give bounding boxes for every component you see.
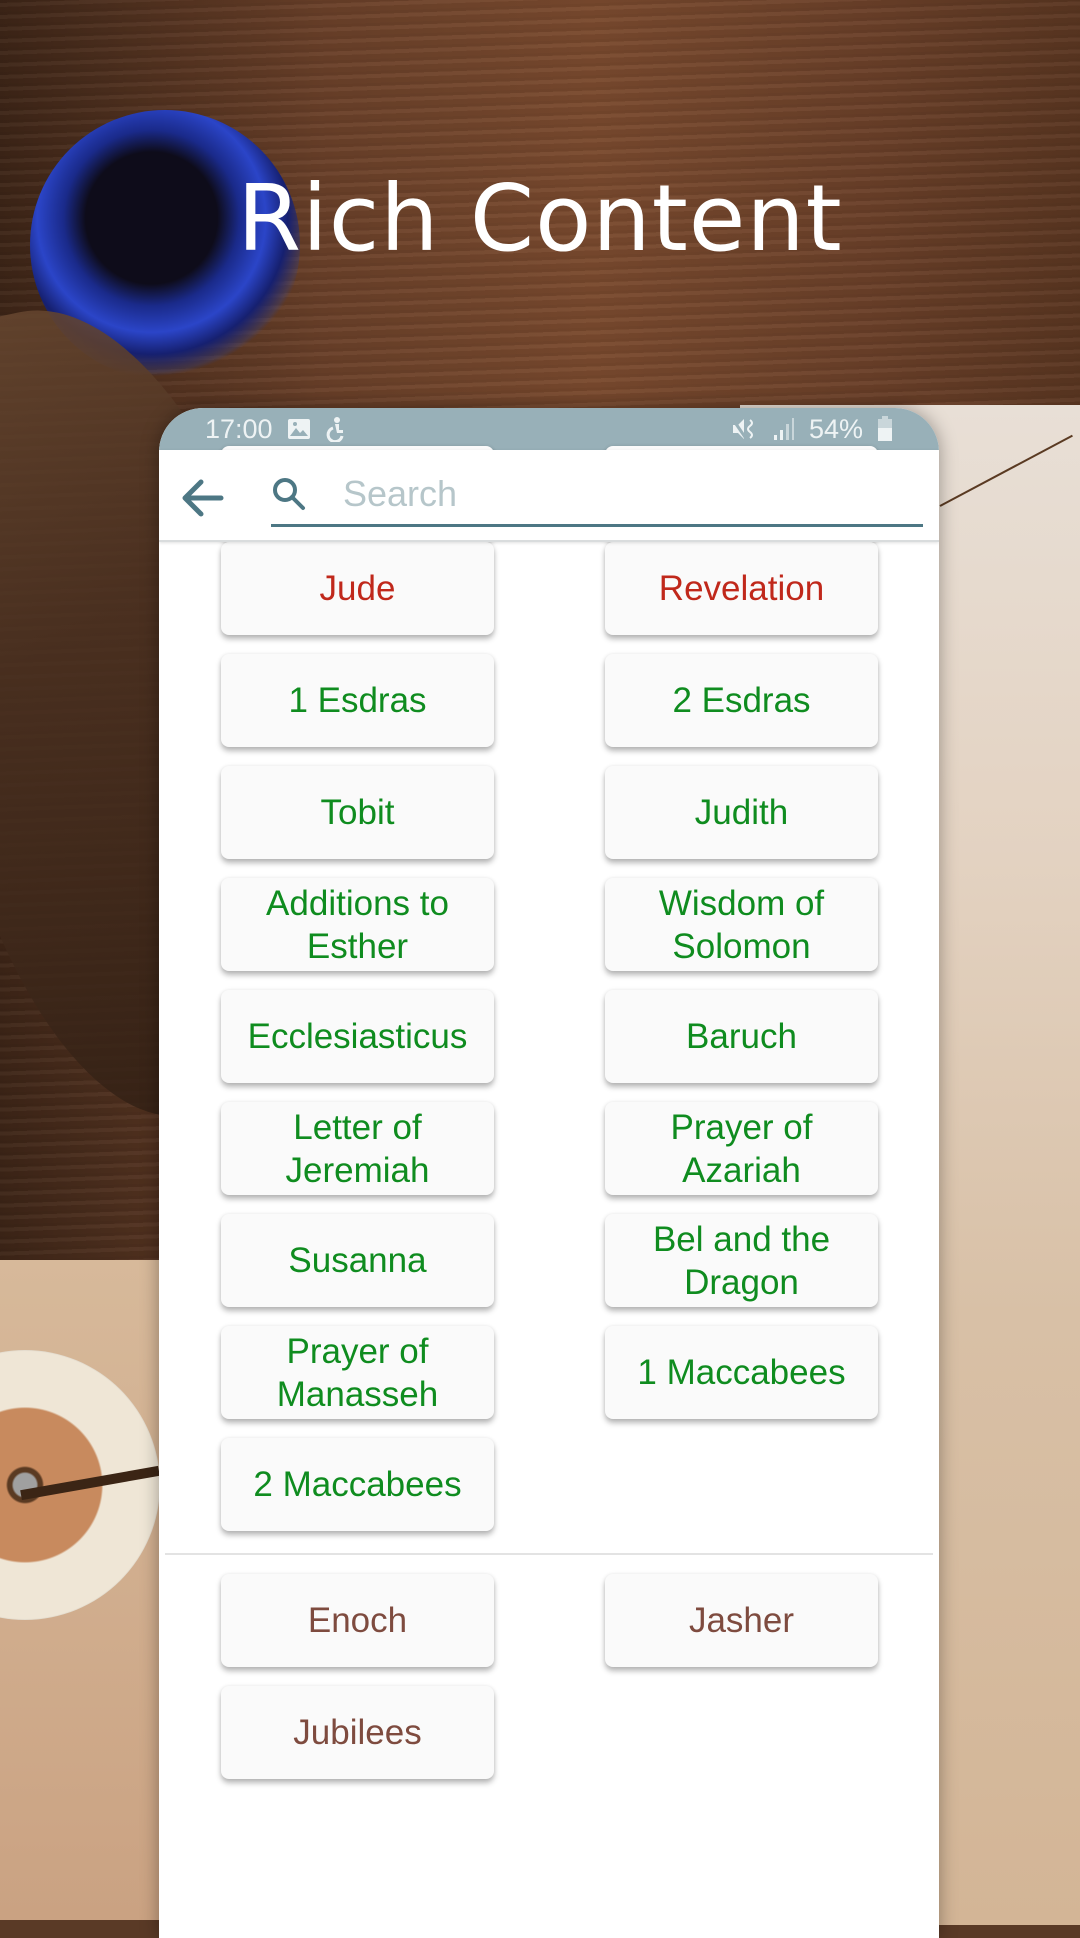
- mute-vibrate-icon: [730, 416, 759, 442]
- book-button-letter-of-jeremiah[interactable]: Letter of Jeremiah: [221, 1102, 494, 1195]
- book-button-revelation[interactable]: Revelation: [605, 542, 878, 635]
- book-button-enoch[interactable]: Enoch: [221, 1574, 494, 1667]
- book-button-prayer-of-manasseh[interactable]: Prayer of Manasseh: [221, 1326, 494, 1419]
- book-button-jude[interactable]: Jude: [221, 542, 494, 635]
- gallery-icon: [287, 418, 311, 440]
- promo-headline: Rich Content: [237, 165, 843, 272]
- back-button[interactable]: [181, 478, 225, 518]
- book-button-judith[interactable]: Judith: [605, 766, 878, 859]
- book-button-bel-and-the-dragon[interactable]: Bel and the Dragon: [605, 1214, 878, 1307]
- battery-percent: 54%: [808, 413, 863, 444]
- book-button-additions-to-esther[interactable]: Additions to Esther: [221, 878, 494, 971]
- accessibility-icon: [325, 416, 347, 442]
- book-button-1-maccabees[interactable]: 1 Maccabees: [605, 1326, 878, 1419]
- search-icon: [273, 478, 305, 510]
- search-input[interactable]: [341, 470, 905, 518]
- search-field[interactable]: [271, 464, 923, 527]
- book-list[interactable]: 2 John 3 John Jude Revelation 1 Esdras 2…: [159, 446, 939, 1938]
- book-button-wisdom-of-solomon[interactable]: Wisdom of Solomon: [605, 878, 878, 971]
- section-divider: [165, 1553, 933, 1555]
- signal-icon: [773, 417, 795, 441]
- search-header: [159, 450, 939, 542]
- phone-screen: 17:00 54% Search Jude Revelation 1 Esdra…: [159, 408, 939, 1938]
- book-button-2-esdras[interactable]: 2 Esdras: [605, 654, 878, 747]
- book-button-prayer-of-azariah[interactable]: Prayer of Azariah: [605, 1102, 878, 1195]
- book-button-2-maccabees[interactable]: 2 Maccabees: [221, 1438, 494, 1531]
- book-button-ecclesiasticus[interactable]: Ecclesiasticus: [221, 990, 494, 1083]
- status-time: 17:00: [205, 413, 273, 444]
- book-button-1-esdras[interactable]: 1 Esdras: [221, 654, 494, 747]
- battery-icon: [877, 416, 893, 442]
- status-bar: 17:00 54%: [159, 408, 939, 450]
- book-button-jubilees[interactable]: Jubilees: [221, 1686, 494, 1779]
- book-button-jasher[interactable]: Jasher: [605, 1574, 878, 1667]
- book-button-baruch[interactable]: Baruch: [605, 990, 878, 1083]
- book-button-tobit[interactable]: Tobit: [221, 766, 494, 859]
- book-button-susanna[interactable]: Susanna: [221, 1214, 494, 1307]
- arrow-left-icon: [182, 479, 224, 517]
